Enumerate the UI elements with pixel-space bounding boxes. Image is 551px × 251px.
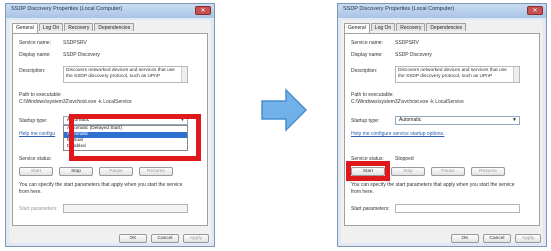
ok-button[interactable]: OK [451, 234, 479, 243]
window-title: SSDP Discovery Properties (Local Compute… [11, 6, 123, 12]
close-button[interactable]: ✕ [195, 6, 211, 15]
title-bar: SSDP Discovery Properties (Local Compute… [338, 4, 546, 18]
description-scrollbar[interactable] [513, 67, 519, 82]
general-panel: Service name: SSDPSRV Display name: SSDP… [344, 33, 540, 226]
properties-dialog-before: SSDP Discovery Properties (Local Compute… [5, 3, 215, 247]
stop-button[interactable]: Stop [391, 167, 425, 176]
close-button[interactable]: ✕ [527, 6, 543, 15]
description-label: Description: [19, 68, 46, 74]
start-params-note-2: from here. [351, 189, 374, 195]
stop-button[interactable]: Stop [59, 167, 93, 176]
startup-type-selected: Automatic [399, 117, 422, 123]
tab-recovery[interactable]: Recovery [396, 23, 426, 31]
startup-type-label: Startup type: [19, 118, 48, 124]
start-params-label: Start parameters: [351, 206, 390, 212]
ok-button[interactable]: OK [119, 234, 147, 243]
apply-button[interactable]: Apply [515, 234, 541, 243]
path-value: C:\Windows\system32\svchost.exe -k Local… [19, 99, 132, 105]
dialog-body: General Log On Recovery Dependencies Ser… [341, 20, 543, 243]
service-name-label: Service name: [351, 40, 383, 46]
service-status-label: Service status: [19, 156, 52, 162]
properties-dialog-after: SSDP Discovery Properties (Local Compute… [337, 3, 547, 247]
tab-general[interactable]: General [344, 23, 370, 33]
display-name-value: SSDP Discovery [63, 52, 100, 58]
tab-general[interactable]: General [12, 23, 38, 33]
description-line-2: the SSDP discovery protocol, such as UPn… [66, 74, 161, 79]
tab-dependencies[interactable]: Dependencies [94, 23, 135, 31]
tab-log-on[interactable]: Log On [370, 23, 396, 31]
arrow-right-icon [261, 88, 308, 132]
pause-button[interactable]: Pause [431, 167, 465, 176]
path-value: C:\Windows\system32\svchost.exe -k Local… [351, 99, 464, 105]
tab-strip: General Log On Recovery Dependencies [344, 23, 467, 33]
startup-type-select[interactable]: Automatic ▼ [395, 116, 520, 125]
startup-type-label: Startup type: [351, 118, 380, 124]
title-bar: SSDP Discovery Properties (Local Compute… [6, 4, 214, 18]
start-params-label: Start parameters: [19, 206, 58, 212]
chevron-down-icon[interactable]: ▼ [511, 117, 518, 124]
pause-button[interactable]: Pause [99, 167, 133, 176]
help-link[interactable]: Help me configu [19, 131, 55, 137]
description-line-2: the SSDP discovery protocol, such as UPn… [398, 74, 493, 79]
path-label: Path to executable: [351, 92, 394, 98]
cancel-button[interactable]: Cancel [151, 234, 179, 243]
tab-strip: General Log On Recovery Dependencies [12, 23, 135, 33]
tab-recovery[interactable]: Recovery [64, 23, 94, 31]
start-highlight-box [346, 161, 390, 181]
start-params-note-1: You can specify the start parameters tha… [19, 182, 183, 188]
path-label: Path to executable: [19, 92, 62, 98]
tab-dependencies[interactable]: Dependencies [426, 23, 467, 31]
start-button[interactable]: Start [19, 167, 53, 176]
tab-log-on[interactable]: Log On [38, 23, 64, 31]
startup-highlight-box [69, 114, 201, 161]
start-params-input[interactable] [63, 204, 188, 213]
apply-button[interactable]: Apply [183, 234, 209, 243]
window-title: SSDP Discovery Properties (Local Compute… [343, 6, 455, 12]
start-params-input[interactable] [395, 204, 520, 213]
description-box[interactable]: Discovers networked devices and services… [395, 66, 520, 83]
start-params-note-1: You can specify the start parameters tha… [351, 182, 515, 188]
description-scrollbar[interactable] [181, 67, 187, 82]
service-name-value: SSDPSRV [395, 40, 419, 46]
service-name-label: Service name: [19, 40, 51, 46]
description-label: Description: [351, 68, 378, 74]
service-status-value: Stopped [395, 156, 414, 162]
help-link[interactable]: Help me configure service startup option… [351, 131, 444, 137]
service-name-value: SSDPSRV [63, 40, 87, 46]
resume-button[interactable]: Resume [139, 167, 173, 176]
display-name-label: Display name: [19, 52, 51, 58]
description-box[interactable]: Discovers networked devices and services… [63, 66, 188, 83]
display-name-value: SSDP Discovery [395, 52, 432, 58]
resume-button[interactable]: Resume [471, 167, 505, 176]
display-name-label: Display name: [351, 52, 383, 58]
start-params-note-2: from here. [19, 189, 42, 195]
cancel-button[interactable]: Cancel [483, 234, 511, 243]
